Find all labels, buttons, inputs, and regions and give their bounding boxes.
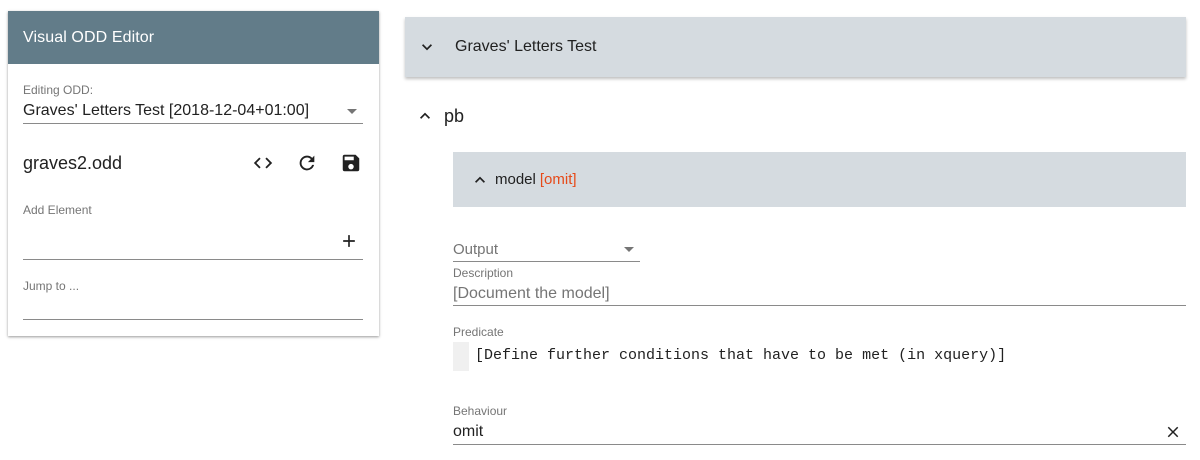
predicate-label: Predicate	[453, 325, 504, 339]
description-value: [Document the model]	[453, 285, 610, 302]
model-label: model [omit]	[495, 171, 577, 188]
editor-title: Visual ODD Editor	[8, 11, 379, 64]
refresh-icon[interactable]	[295, 151, 319, 175]
jump-to-input[interactable]	[23, 299, 363, 320]
odd-title-bar[interactable]: Graves' Letters Test	[405, 17, 1186, 77]
close-icon[interactable]	[1164, 423, 1182, 441]
odd-title: Graves' Letters Test	[455, 38, 597, 55]
add-element-label: Add Element	[23, 203, 92, 217]
code-editor-gutter	[453, 342, 469, 371]
element-name: pb	[444, 105, 465, 126]
add-element-input[interactable]	[23, 227, 363, 260]
chevron-down-icon	[624, 247, 634, 252]
model-bar[interactable]: model [omit]	[453, 152, 1186, 207]
element-pb-header[interactable]: pb	[413, 102, 464, 130]
save-icon[interactable]	[339, 151, 363, 175]
jump-to-label: Jump to ...	[23, 279, 80, 293]
description-field[interactable]: [Document the model]	[453, 283, 1186, 306]
odd-file-row: graves2.odd	[23, 150, 363, 176]
output-placeholder: Output	[453, 241, 499, 258]
odd-filename: graves2.odd	[23, 152, 123, 173]
predicate-editor[interactable]: [Define further conditions that have to …	[475, 347, 1006, 364]
behaviour-label: Behaviour	[453, 404, 508, 418]
chevron-up-icon[interactable]	[413, 104, 437, 128]
behaviour-value: omit	[453, 423, 484, 440]
editing-odd-value: Graves' Letters Test [2018-12-04+01:00]	[23, 102, 310, 119]
chevron-down-icon	[347, 108, 357, 114]
chevron-up-icon[interactable]	[468, 168, 492, 192]
editing-odd-select[interactable]: Graves' Letters Test [2018-12-04+01:00]	[23, 99, 363, 124]
plus-icon[interactable]	[339, 231, 359, 256]
output-select[interactable]: Output	[453, 238, 640, 262]
code-icon[interactable]	[251, 151, 275, 175]
behaviour-input[interactable]: omit	[453, 420, 1186, 445]
omit-tag: [omit]	[539, 171, 577, 188]
description-label: Description	[453, 266, 514, 280]
editor-panel: Visual ODD Editor Editing ODD: Graves' L…	[8, 11, 379, 336]
chevron-down-icon[interactable]	[415, 35, 439, 59]
editing-odd-label: Editing ODD:	[23, 83, 94, 97]
